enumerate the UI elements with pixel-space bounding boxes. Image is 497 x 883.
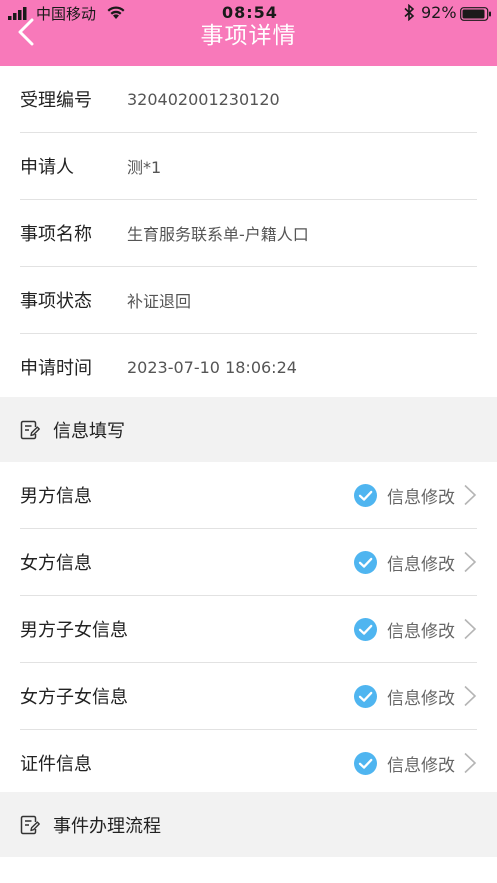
check-circle-icon [354,483,377,507]
fill-item-label: 男方信息 [20,486,92,507]
check-circle-icon [354,684,377,708]
header-bar: 中国移动 08:54 92% 事项详情 [0,0,497,66]
edit-note-icon [20,420,40,439]
fill-item-label: 男方子女信息 [20,620,128,641]
info-row-item-status: 事项状态 补证退回 [20,267,477,334]
info-row-acceptance-number: 受理编号 320402001230120 [20,66,477,133]
section-header-process: 事件办理流程 [0,792,497,857]
chevron-right-icon [464,618,477,640]
fill-item-female-info[interactable]: 女方信息 信息修改 [20,529,477,596]
fill-item-male-info[interactable]: 男方信息 信息修改 [20,462,477,529]
fill-item-status: 信息修改 [387,755,455,776]
fill-item-status: 信息修改 [387,554,455,575]
check-circle-icon [354,751,377,775]
fill-item-status: 信息修改 [387,487,455,508]
fill-item-female-children-info[interactable]: 女方子女信息 信息修改 [20,663,477,730]
page-title: 事项详情 [200,23,297,49]
info-row-apply-time: 申请时间 2023-07-10 18:06:24 [20,334,477,400]
check-circle-icon [354,617,377,641]
section-title: 信息填写 [53,420,125,442]
info-value: 生育服务联系单-户籍人口 [127,225,309,244]
info-value: 2023-07-10 18:06:24 [127,357,297,377]
info-value: 测*1 [127,158,162,177]
fill-item-status: 信息修改 [387,688,455,709]
info-row-applicant: 申请人 测*1 [20,133,477,200]
chevron-right-icon [464,685,477,707]
chevron-right-icon [464,551,477,573]
info-value: 补证退回 [127,292,192,311]
info-label: 申请时间 [20,358,92,379]
info-value: 320402001230120 [127,89,280,109]
fill-items-list: 男方信息 信息修改 女方信息 信息修改 男方子女信息 信息修改 女方子女信息 信… [0,462,497,796]
info-label: 事项状态 [20,291,92,312]
chevron-right-icon [464,484,477,506]
section-title: 事件办理流程 [53,815,161,837]
fill-item-label: 女方信息 [20,553,92,574]
fill-item-male-children-info[interactable]: 男方子女信息 信息修改 [20,596,477,663]
chevron-right-icon [464,752,477,774]
edit-note-icon [20,815,40,834]
fill-item-certificate-info[interactable]: 证件信息 信息修改 [20,730,477,796]
section-header-fill: 信息填写 [0,397,497,462]
check-circle-icon [354,550,377,574]
fill-item-label: 证件信息 [20,754,92,775]
detail-info-list: 受理编号 320402001230120 申请人 测*1 事项名称 生育服务联系… [0,66,497,400]
info-label: 事项名称 [20,224,92,245]
info-label: 受理编号 [20,90,92,111]
info-row-item-name: 事项名称 生育服务联系单-户籍人口 [20,200,477,267]
fill-item-label: 女方子女信息 [20,687,128,708]
info-label: 申请人 [20,157,74,178]
fill-item-status: 信息修改 [387,621,455,642]
